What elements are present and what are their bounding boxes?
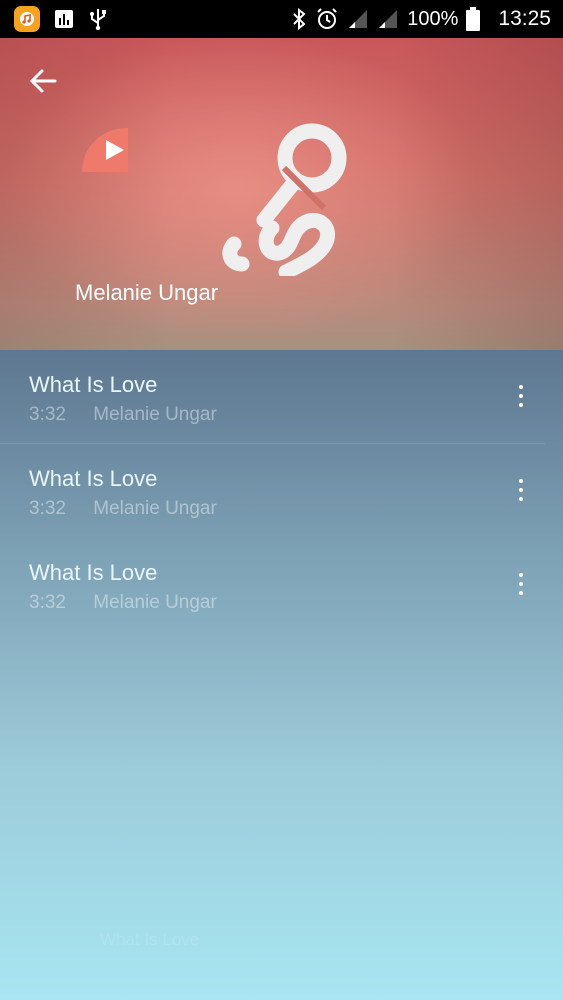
song-meta: 3:32 Melanie Ungar bbox=[29, 498, 217, 520]
artist-name: Melanie Ungar bbox=[75, 280, 219, 305]
song-row[interactable]: What Is Love 3:32 Melanie Ungar bbox=[0, 538, 563, 632]
mini-player-title: What Is Love bbox=[100, 930, 200, 949]
back-arrow-icon bbox=[29, 69, 57, 93]
signal-icon bbox=[379, 10, 398, 28]
more-vert-icon bbox=[519, 479, 523, 483]
usb-icon bbox=[90, 9, 106, 31]
song-artist: Melanie Ungar bbox=[93, 498, 217, 519]
song-artist: Melanie Ungar bbox=[93, 592, 217, 613]
mini-player[interactable]: What Is Love bbox=[0, 905, 563, 1000]
bluetooth-icon bbox=[293, 8, 306, 30]
song-meta: 3:32 Melanie Ungar bbox=[29, 404, 217, 426]
artist-header: Melanie Ungar bbox=[0, 38, 563, 350]
signal-icon bbox=[349, 10, 368, 28]
song-list: What Is Love 3:32 Melanie Ungar What Is … bbox=[0, 350, 563, 632]
alarm-icon bbox=[317, 8, 337, 29]
more-options-button[interactable] bbox=[509, 573, 533, 601]
more-vert-icon bbox=[519, 385, 523, 389]
battery-percent: 100% bbox=[407, 7, 459, 30]
song-duration: 3:32 bbox=[29, 404, 66, 425]
back-button[interactable] bbox=[26, 64, 60, 98]
more-options-button[interactable] bbox=[509, 385, 533, 413]
song-meta: 3:32 Melanie Ungar bbox=[29, 592, 217, 614]
song-artist: Melanie Ungar bbox=[93, 404, 217, 425]
song-title: What Is Love bbox=[29, 466, 158, 491]
equalizer-icon bbox=[55, 10, 73, 28]
song-row[interactable]: What Is Love 3:32 Melanie Ungar bbox=[0, 444, 563, 538]
song-row[interactable]: What Is Love 3:32 Melanie Ungar bbox=[0, 350, 563, 444]
music-app-icon bbox=[14, 6, 40, 32]
song-duration: 3:32 bbox=[29, 498, 66, 519]
play-button[interactable] bbox=[82, 128, 128, 172]
more-vert-icon bbox=[519, 573, 523, 577]
clock: 13:25 bbox=[498, 7, 551, 30]
song-title: What Is Love bbox=[29, 372, 158, 397]
status-bar: 100% 13:25 bbox=[0, 0, 563, 38]
play-icon bbox=[106, 140, 124, 160]
song-duration: 3:32 bbox=[29, 592, 66, 613]
microphone-icon bbox=[222, 123, 347, 276]
more-options-button[interactable] bbox=[509, 479, 533, 507]
battery-icon bbox=[466, 7, 481, 31]
song-title: What Is Love bbox=[29, 560, 158, 585]
